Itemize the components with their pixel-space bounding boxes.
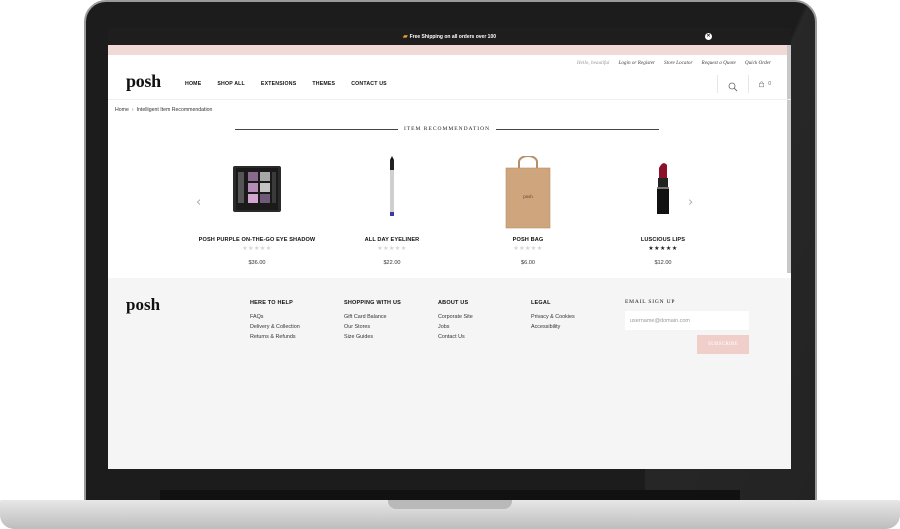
nav-extensions[interactable]: EXTENSIONS [261, 81, 296, 87]
shopping-bag-icon [759, 80, 764, 87]
footer-link[interactable]: Size Guides [344, 332, 401, 342]
announcement-bar: ▰ Free Shipping on all orders over 100 ✕ [108, 28, 791, 45]
announcement-text: Free Shipping on all orders over 100 [409, 33, 497, 40]
footer-link[interactable]: Returns & Refunds [250, 332, 300, 342]
nav-themes[interactable]: THEMES [312, 81, 335, 87]
title-rule [235, 128, 398, 130]
footer-column-help: HERE TO HELP FAQs Delivery & Collection … [250, 300, 300, 342]
footer-link[interactable]: FAQs [250, 312, 300, 322]
product-card[interactable]: LUSCIOUS LIPS ★★★★★ $12.00 [598, 156, 728, 266]
product-image[interactable] [598, 156, 728, 232]
site-header: posh HOME SHOP ALL EXTENSIONS THEMES CON… [108, 70, 791, 100]
footer-logo[interactable]: posh [126, 295, 160, 315]
cart-button[interactable]: 0 [759, 79, 771, 90]
footer-column-legal: LEGAL Privacy & Cookies Accessibility [531, 300, 575, 332]
divider [748, 75, 749, 93]
email-signup: EMAIL SIGN UP username@domain.com SUBSCR… [625, 299, 749, 354]
divider [717, 75, 718, 93]
product-image[interactable]: posh [463, 155, 593, 232]
product-card[interactable]: posh POSH BAG ★★★★★ $6.00 [463, 155, 593, 266]
nav-contact-us[interactable]: CONTACT US [351, 81, 387, 87]
product-image[interactable] [327, 156, 457, 232]
product-price: $22.00 [383, 260, 401, 266]
header-icons: 0 [707, 74, 771, 94]
main-nav: HOME SHOP ALL EXTENSIONS THEMES CONTACT … [185, 81, 403, 87]
nav-shop-all[interactable]: SHOP ALL [217, 81, 245, 87]
rating-stars: ★★★★★ [377, 246, 407, 252]
rating-stars: ★★★★★ [242, 246, 272, 252]
close-icon[interactable]: ✕ [705, 33, 712, 40]
breadcrumb-current: Intelligent Item Recommendation [136, 107, 213, 113]
footer-column-shopping: SHOPPING WITH US Gift Card Balance Our S… [344, 300, 401, 342]
nav-home[interactable]: HOME [185, 81, 201, 87]
footer-link[interactable]: Jobs [438, 322, 473, 332]
site-footer: posh HERE TO HELP FAQs Delivery & Collec… [108, 278, 791, 469]
product-card[interactable]: POSH PURPLE ON-THE-GO EYE SHADOW ★★★★★ $… [192, 156, 322, 266]
truck-icon: ▰ [402, 34, 408, 40]
footer-link[interactable]: Our Stores [344, 322, 401, 332]
store-locator-link[interactable]: Store Locator [664, 60, 692, 66]
section-title: ITEM RECOMMENDATION [235, 124, 660, 134]
subscribe-button[interactable]: SUBSCRIBE [697, 335, 749, 354]
breadcrumb-separator: › [131, 107, 134, 113]
product-name[interactable]: ALL DAY EYELINER [327, 237, 457, 243]
footer-column-about: ABOUT US Corporate Site Jobs Contact Us [438, 300, 473, 342]
search-icon[interactable] [728, 79, 738, 92]
footer-link[interactable]: Corporate Site [438, 312, 473, 322]
cart-count: 0 [768, 81, 771, 87]
footer-link[interactable]: Delivery & Collection [250, 322, 300, 332]
quick-order-link[interactable]: Quick Order [745, 60, 771, 66]
signup-heading: EMAIL SIGN UP [625, 299, 676, 305]
laptop-notch [388, 500, 512, 509]
footer-link[interactable]: Accessibility [531, 322, 575, 332]
rating-stars: ★★★★★ [648, 246, 678, 252]
login-link[interactable]: Login or Register [618, 60, 655, 66]
product-image[interactable] [192, 156, 322, 232]
scrollbar[interactable] [787, 28, 791, 273]
request-quote-link[interactable]: Request a Quote [702, 60, 736, 66]
greeting-text: Hello, beautiful [576, 59, 610, 66]
section-title-text: ITEM RECOMMENDATION [403, 126, 491, 132]
footer-heading: ABOUT US [438, 300, 469, 306]
laptop-hinge [160, 490, 740, 500]
browser-screen: ▰ Free Shipping on all orders over 100 ✕… [108, 28, 791, 469]
breadcrumb: Home › Intelligent Item Recommendation [115, 107, 212, 113]
product-price: $12.00 [654, 260, 672, 266]
product-price: $36.00 [248, 260, 266, 266]
footer-heading: LEGAL [531, 300, 551, 306]
product-card[interactable]: ALL DAY EYELINER ★★★★★ $22.00 [327, 156, 457, 266]
site-logo[interactable]: posh [126, 71, 161, 92]
email-input[interactable]: username@domain.com [625, 311, 749, 330]
accent-bar [108, 45, 791, 55]
product-price: $6.00 [521, 260, 535, 266]
product-name[interactable]: POSH PURPLE ON-THE-GO EYE SHADOW [192, 237, 322, 243]
breadcrumb-home[interactable]: Home [115, 107, 129, 113]
footer-link[interactable]: Contact Us [438, 332, 473, 342]
footer-heading: SHOPPING WITH US [344, 300, 401, 306]
footer-heading: HERE TO HELP [250, 300, 293, 306]
footer-link[interactable]: Privacy & Cookies [531, 312, 575, 322]
footer-link[interactable]: Gift Card Balance [344, 312, 401, 322]
laptop-base [0, 500, 900, 529]
product-name[interactable]: POSH BAG [463, 237, 593, 243]
svg-text:posh: posh [523, 195, 533, 200]
utility-links: Hello, beautiful Login or Register Store… [108, 55, 791, 70]
title-rule [496, 128, 660, 130]
rating-stars: ★★★★★ [513, 246, 543, 252]
product-name[interactable]: LUSCIOUS LIPS [598, 237, 728, 243]
